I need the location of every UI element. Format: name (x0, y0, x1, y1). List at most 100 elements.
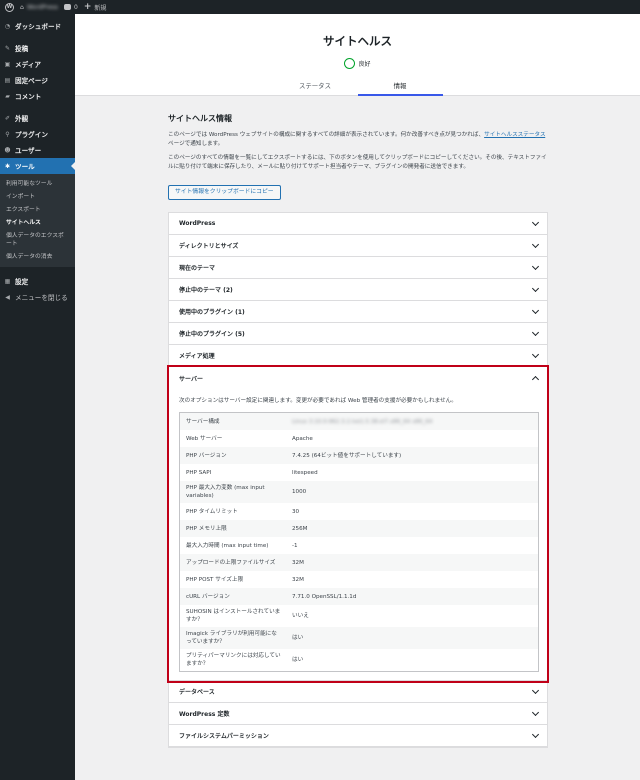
description-1: このページでは WordPress ウェブサイトの構成に関するすべての詳細が表示… (168, 131, 548, 149)
section-inactive-plugins[interactable]: 停止中のプラグイン (5) (169, 323, 547, 345)
menu-label: 外観 (15, 115, 29, 123)
row-key: Web サーバー (186, 435, 223, 442)
plus-icon: + (83, 1, 92, 12)
menu-appearance[interactable]: ✐ 外観 (0, 110, 75, 126)
section-wordpress[interactable]: WordPress (169, 213, 547, 235)
new-label: 新規 (94, 4, 107, 12)
section-label: ディレクトリとサイズ (179, 243, 239, 250)
menu-dashboard[interactable]: ◔ ダッシュボード (0, 18, 75, 34)
row-key: cURL バージョン (186, 593, 230, 600)
menu-media[interactable]: ▣ メディア (0, 56, 75, 72)
settings-icon: ▦ (4, 277, 11, 285)
comments-count: 0 (74, 3, 78, 11)
user-icon: ☻ (4, 146, 11, 154)
media-icon: ▣ (4, 60, 11, 68)
row-key: PHP POST サイズ上限 (186, 576, 244, 583)
chevron-down-icon (531, 240, 540, 248)
submenu-erase-personal-data[interactable]: 個人データの消去 (0, 250, 75, 263)
row-key: PHP SAPI (186, 469, 212, 476)
section-label: 停止中のテーマ (2) (179, 287, 233, 294)
row-value: 32M (292, 576, 304, 583)
section-inactive-themes[interactable]: 停止中のテーマ (2) (169, 279, 547, 301)
submenu-export-personal-data[interactable]: 個人データのエクスポート (0, 229, 75, 250)
site-health-status-link[interactable]: サイトヘルスステータス (484, 132, 545, 138)
section-label: WordPress (179, 220, 216, 227)
table-row: サーバー構成 Linux 3.10.0-962.3.2.lve1.5.38.el7… (180, 413, 538, 430)
menu-plugins[interactable]: ⚲ プラグイン (0, 126, 75, 142)
menu-label: メニューを閉じる (15, 294, 68, 302)
submenu-site-health[interactable]: サイトヘルス (0, 216, 75, 229)
menu-label: プラグイン (15, 131, 48, 139)
admin-bar-new[interactable]: + 新規 (83, 1, 107, 12)
menu-tools[interactable]: ✱ ツール (0, 158, 75, 174)
row-value: 7.4.25 (64ビット値をサポートしています) (292, 452, 402, 459)
tools-submenu: 利用可能なツール インポート エクスポート サイトヘルス 個人データのエクスポー… (0, 174, 75, 267)
menu-pages[interactable]: ▤ 固定ページ (0, 72, 75, 88)
menu-collapse[interactable]: ◀ メニューを閉じる (0, 289, 75, 305)
chevron-down-icon (531, 328, 540, 336)
section-media[interactable]: メディア処理 (169, 345, 547, 367)
table-row: 最大入力時間 (max input time) -1 (180, 537, 538, 554)
plugin-icon: ⚲ (5, 130, 10, 138)
row-value: はい (292, 635, 304, 641)
submenu-available-tools[interactable]: 利用可能なツール (0, 177, 75, 190)
row-key: アップロードの上限ファイルサイズ (186, 559, 276, 566)
row-value: 32M (292, 559, 304, 566)
copy-to-clipboard-button[interactable]: サイト情報をクリップボードにコピー (168, 185, 281, 200)
pin-icon: ✎ (4, 44, 11, 52)
collapse-icon: ◀ (5, 293, 10, 301)
row-value: litespeed (292, 469, 318, 476)
menu-label: 設定 (15, 278, 29, 286)
menu-settings[interactable]: ▦ 設定 (0, 273, 75, 289)
status-circle-icon (344, 58, 356, 69)
section-label: メディア処理 (179, 353, 215, 360)
wordpress-logo-icon[interactable]: W (5, 2, 14, 12)
menu-comments[interactable]: ▰ コメント (0, 88, 75, 104)
section-filesystem[interactable]: ファイルシステムパーミッション (169, 725, 547, 747)
table-row: PHP バージョン 7.4.25 (64ビット値をサポートしています) (180, 447, 538, 464)
tab-info[interactable]: 情報 (357, 80, 443, 96)
menu-users[interactable]: ☻ ユーザー (0, 142, 75, 158)
server-intro: 次のオプションはサーバー設定に関連します。変更が必要であれば Web 管理者の支… (179, 398, 457, 404)
section-server[interactable]: サーバー (169, 367, 547, 389)
table-row: PHP SAPI litespeed (180, 464, 538, 481)
submenu-import[interactable]: インポート (0, 190, 75, 203)
row-value: Linux 3.10.0-962.3.2.lve1.5.38.el7.x86_6… (292, 418, 433, 425)
section-label: サーバー (179, 375, 203, 383)
admin-bar-home[interactable]: ⌂ WordPress (20, 4, 58, 11)
menu-label: ユーザー (15, 147, 42, 155)
section-label: 使用中のプラグイン (1) (179, 309, 245, 316)
info-accordion: WordPress ディレクトリとサイズ 現在のテーマ 停止中のテーマ (2) … (167, 212, 549, 748)
chevron-down-icon (531, 284, 540, 292)
section-database[interactable]: データベース (169, 681, 547, 703)
chevron-down-icon (531, 262, 540, 270)
menu-label: ツール (15, 163, 35, 171)
section-label: WordPress 定数 (179, 711, 230, 718)
section-wp-constants[interactable]: WordPress 定数 (169, 703, 547, 725)
row-key: PHP タイムリミット (186, 508, 238, 515)
menu-posts[interactable]: ✎ 投稿 (0, 40, 75, 56)
menu-label: ダッシュボード (15, 23, 62, 31)
admin-bar-comments[interactable]: 0 (64, 4, 78, 11)
site-health-header: サイトヘルス 良好 ステータス 情報 (75, 14, 640, 96)
section-label: データベース (179, 689, 215, 696)
row-value: -1 (292, 542, 298, 549)
tab-bar: ステータス 情報 (75, 80, 640, 96)
row-key: 最大入力時間 (max input time) (186, 542, 269, 549)
row-key: PHP バージョン (186, 452, 227, 459)
section-directories[interactable]: ディレクトリとサイズ (169, 235, 547, 257)
section-server-expanded: サーバー 次のオプションはサーバー設定に関連します。変更が必要であれば Web … (167, 365, 549, 683)
chevron-down-icon (531, 218, 540, 226)
section-active-plugins[interactable]: 使用中のプラグイン (1) (169, 301, 547, 323)
submenu-export[interactable]: エクスポート (0, 203, 75, 216)
row-value: 1000 (292, 489, 307, 495)
page-icon: ▤ (4, 76, 11, 84)
chevron-down-icon (531, 708, 540, 716)
section-active-theme[interactable]: 現在のテーマ (169, 257, 547, 279)
row-key: PHP 最大入力変数 (max input variables) (186, 485, 265, 499)
tab-status[interactable]: ステータス (273, 80, 358, 96)
server-table: サーバー構成 Linux 3.10.0-962.3.2.lve1.5.38.el7… (179, 412, 539, 672)
description-2: このページのすべての情報を一覧にしてエクスポートするには、下のボタンを使用してク… (168, 155, 547, 170)
wrench-icon: ✱ (4, 162, 11, 170)
admin-sidebar: ◔ ダッシュボード ✎ 投稿 ▣ メディア ▤ 固定ページ ▰ コメント ✐ 外観 ⚲ プラグ… (0, 14, 75, 780)
